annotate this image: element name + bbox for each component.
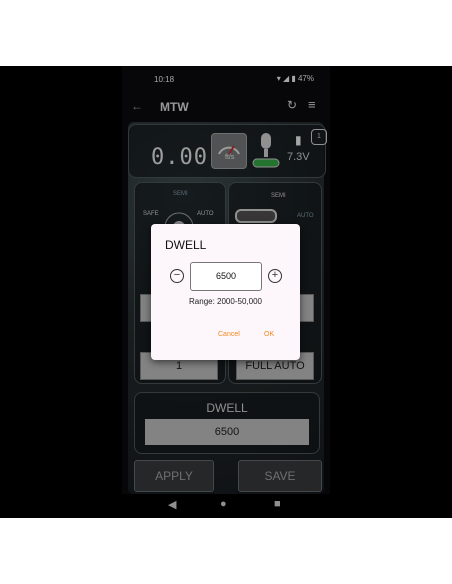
phone-frame: 10:18 ▾ ◢ ▮ 47% ← MTW ↻ ≡ 0.00 ft/s ▮ 7.… — [0, 66, 452, 518]
dwell-input[interactable]: 6500 — [190, 262, 262, 291]
dwell-dialog: DWELL − 6500 + Range: 2000-50,000 Cancel… — [151, 224, 300, 360]
decrement-icon[interactable]: − — [170, 269, 184, 283]
ok-button[interactable]: OK — [264, 331, 274, 338]
app-screen: 10:18 ▾ ◢ ▮ 47% ← MTW ↻ ≡ 0.00 ft/s ▮ 7.… — [122, 66, 330, 518]
range-hint: Range: 2000-50,000 — [189, 297, 262, 306]
dialog-title: DWELL — [165, 238, 207, 252]
increment-icon[interactable]: + — [268, 269, 282, 283]
cancel-button[interactable]: Cancel — [218, 331, 240, 338]
